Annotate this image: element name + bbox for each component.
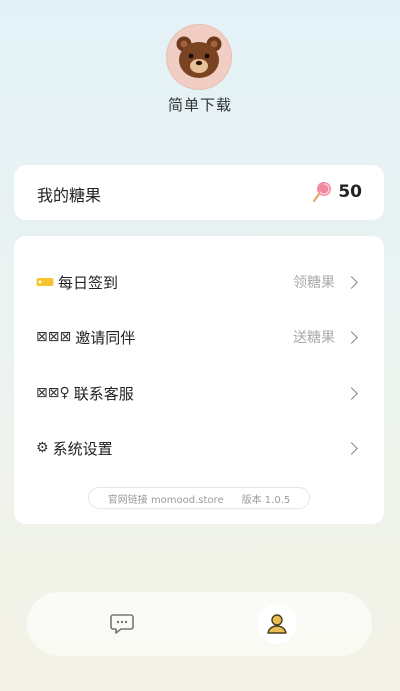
bottom-tab-bar	[27, 592, 372, 656]
menu-item-support[interactable]: ⊠⊠♀ 联系客服	[14, 371, 384, 415]
candy-title: 我的糖果	[37, 186, 102, 205]
my-candy-card[interactable]: 我的糖果 50	[14, 165, 384, 220]
menu-label: 系统设置	[52, 439, 113, 458]
support-icon: ⊠⊠♀	[36, 385, 70, 401]
menu-card: 每日签到 领糖果 ⊠⊠⊠ 邀请同伴 送糖果 ⊠⊠♀ 联系客服 ⚙ 系统设置 官网…	[14, 236, 384, 524]
menu-item-settings[interactable]: ⚙ 系统设置	[14, 426, 384, 470]
user-icon	[267, 614, 287, 634]
app-name: 简单下载	[167, 96, 232, 114]
ticket-icon	[36, 277, 54, 287]
chevron-right-icon	[345, 441, 358, 455]
chevron-right-icon	[345, 275, 358, 289]
bear-icon	[176, 36, 222, 78]
menu-item-daily-checkin[interactable]: 每日签到 领糖果	[14, 260, 384, 304]
tab-messages[interactable]	[102, 604, 142, 644]
chevron-right-icon	[345, 330, 358, 344]
version-label: 版本 1.0.5	[241, 494, 291, 506]
chevron-right-icon	[345, 386, 358, 400]
menu-label: 联系客服	[73, 384, 134, 403]
candy-balance: 50	[312, 181, 362, 203]
website-link[interactable]: 官网链接 momood.store	[108, 491, 224, 506]
menu-label: 邀请同伴	[75, 328, 136, 347]
invite-icon: ⊠⊠⊠	[36, 329, 72, 345]
menu-hint: 送糖果	[293, 330, 335, 346]
avatar[interactable]	[166, 24, 232, 90]
menu-label: 每日签到	[58, 273, 119, 292]
lollipop-icon	[313, 182, 332, 203]
menu-hint: 领糖果	[293, 275, 335, 291]
footer-info: 官网链接 momood.store 版本 1.0.5	[88, 487, 310, 509]
chat-icon	[110, 614, 134, 634]
menu-item-invite[interactable]: ⊠⊠⊠ 邀请同伴 送糖果	[14, 315, 384, 359]
tab-me[interactable]	[257, 604, 297, 644]
gear-icon: ⚙	[36, 440, 49, 456]
candy-count: 50	[338, 182, 362, 202]
